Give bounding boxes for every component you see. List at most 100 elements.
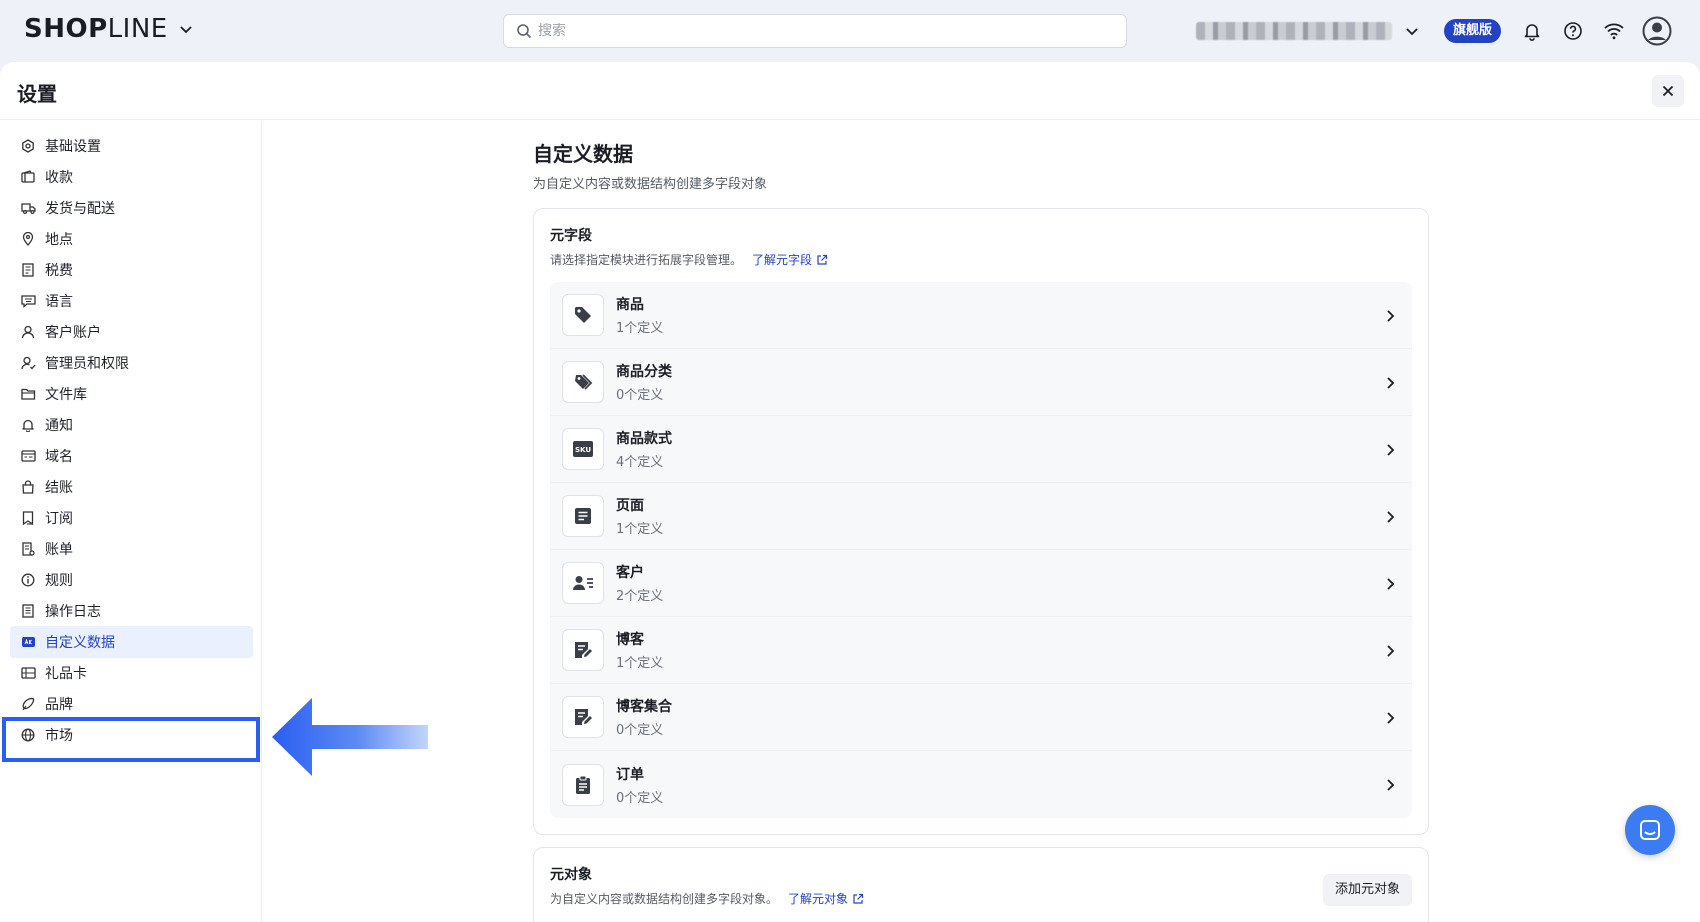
sidebar-item-gift-cards[interactable]: 礼品卡	[20, 658, 250, 688]
row-label: 页面	[616, 498, 644, 514]
page-icon	[562, 495, 604, 537]
learn-metafields-link[interactable]: 了解元字段	[752, 251, 828, 268]
row-label: 博客	[616, 632, 644, 648]
sidebar-item-label: 地点	[45, 232, 73, 248]
chevron-right-icon	[1387, 444, 1395, 456]
sidebar-item-basic-settings[interactable]: 基础设置	[20, 131, 250, 161]
list-item-order[interactable]: 订单 0个定义	[550, 751, 1412, 818]
metafields-title: 元字段	[550, 228, 592, 244]
sidebar-item-brand[interactable]: 品牌	[20, 689, 250, 719]
row-count: 2个定义	[616, 589, 664, 604]
chevron-right-icon	[1387, 578, 1395, 590]
language-icon	[20, 293, 36, 309]
list-item-blog-collection[interactable]: 博客集合 0个定义	[550, 684, 1412, 751]
sidebar-item-checkout[interactable]: 结账	[20, 472, 250, 502]
sidebar-item-admins-permissions[interactable]: 管理员和权限	[20, 348, 250, 378]
row-count: 0个定义	[616, 388, 664, 403]
list-item-page[interactable]: 页面 1个定义	[550, 483, 1412, 550]
row-label: 商品款式	[616, 431, 672, 447]
list-item-customer[interactable]: 客户 2个定义	[550, 550, 1412, 617]
list-item-product-variant[interactable]: SKU 商品款式 4个定义	[550, 416, 1412, 483]
sidebar-item-billing[interactable]: 账单	[20, 534, 250, 564]
chevron-right-icon	[1387, 511, 1395, 523]
clipboard-icon	[562, 763, 604, 806]
row-count: 1个定义	[616, 522, 664, 537]
chevron-right-icon	[1387, 779, 1395, 791]
close-button[interactable]	[1652, 75, 1684, 107]
search-icon	[517, 24, 532, 39]
search-bar[interactable]	[503, 14, 1127, 48]
sidebar-item-label: 礼品卡	[45, 666, 87, 682]
sidebar-item-payments[interactable]: 收款	[20, 162, 250, 192]
logo-text: SHOPLINE	[24, 14, 168, 44]
metafields-description-text: 请选择指定模块进行拓展字段管理。	[550, 253, 743, 267]
sidebar-item-label: 通知	[45, 418, 73, 434]
chevron-down-icon[interactable]	[178, 21, 194, 37]
tag-icon	[562, 294, 604, 336]
info-icon	[20, 572, 36, 588]
sidebar-item-activity-log[interactable]: 操作日志	[20, 596, 250, 626]
blog-edit-icon	[562, 629, 604, 671]
sidebar-item-domains[interactable]: 域名	[20, 441, 250, 471]
add-metaobject-button[interactable]: 添加元对象	[1322, 874, 1412, 906]
sidebar-item-label: 文件库	[45, 387, 87, 403]
location-pin-icon	[20, 231, 36, 247]
sidebar-item-label: 语言	[45, 294, 73, 310]
chevron-down-icon[interactable]	[1404, 23, 1420, 39]
row-count: 4个定义	[616, 455, 664, 470]
wifi-icon[interactable]	[1602, 19, 1626, 43]
row-count: 1个定义	[616, 656, 664, 671]
sidebar-item-label: 规则	[45, 573, 73, 589]
tags-icon	[562, 361, 604, 403]
row-label: 订单	[616, 766, 644, 783]
sidebar-item-locations[interactable]: 地点	[20, 224, 250, 254]
page-description: 为自定义内容或数据结构创建多字段对象	[533, 177, 768, 192]
main-content: 自定义数据 为自定义内容或数据结构创建多字段对象 元字段 请选择指定模块进行拓展…	[533, 121, 1429, 922]
sidebar-item-label: 操作日志	[45, 604, 101, 620]
shopline-logo[interactable]: SHOPLINE	[24, 14, 194, 44]
avatar-icon[interactable]	[1642, 16, 1672, 46]
sidebar-item-label: 管理员和权限	[45, 356, 129, 372]
close-icon	[1662, 85, 1674, 97]
sidebar-item-customer-accounts[interactable]: 客户账户	[20, 317, 250, 347]
row-label: 商品分类	[616, 364, 672, 380]
page-title: 设置	[17, 82, 57, 106]
user-permissions-icon	[20, 355, 36, 371]
blog-collection-icon	[562, 696, 604, 738]
bell-icon[interactable]	[1520, 19, 1544, 43]
sidebar-item-notifications[interactable]: 通知	[20, 410, 250, 440]
sidebar-item-files[interactable]: 文件库	[20, 379, 250, 409]
list-item-product[interactable]: 商品 1个定义	[550, 282, 1412, 349]
chevron-right-icon	[1387, 645, 1395, 657]
link-label: 了解元对象	[788, 892, 849, 906]
sidebar-item-shipping[interactable]: 发货与配送	[20, 193, 250, 223]
sidebar-item-label: 客户账户	[45, 325, 101, 341]
row-label: 博客集合	[616, 699, 672, 715]
pointer-arrow	[272, 698, 428, 776]
sidebar-item-rules[interactable]: 规则	[20, 565, 250, 595]
list-item-product-category[interactable]: 商品分类 0个定义	[550, 349, 1412, 416]
sidebar-item-label: 发货与配送	[45, 201, 115, 217]
sidebar-item-label: 结账	[45, 480, 73, 496]
chat-icon	[1640, 820, 1660, 840]
gift-card-icon	[20, 665, 36, 681]
sidebar-item-custom-data[interactable]: 自定义数据	[10, 626, 253, 658]
row-label: 商品	[616, 297, 644, 313]
search-input[interactable]	[538, 23, 1098, 39]
page-heading: 自定义数据	[533, 142, 633, 166]
store-name-blurred[interactable]	[1196, 22, 1392, 40]
sidebar-item-label: 税费	[45, 263, 73, 279]
chat-support-button[interactable]	[1625, 805, 1675, 855]
learn-metaobjects-link[interactable]: 了解元对象	[788, 890, 864, 907]
list-item-blog[interactable]: 博客 1个定义	[550, 617, 1412, 684]
receipt-icon	[20, 262, 36, 278]
wallet-icon	[20, 169, 36, 185]
bag-icon	[20, 479, 36, 495]
sidebar-item-label: 基础设置	[45, 139, 101, 155]
sidebar-item-language[interactable]: 语言	[20, 286, 250, 316]
sidebar-item-subscriptions[interactable]: 订阅	[20, 503, 250, 533]
help-icon[interactable]	[1561, 19, 1585, 43]
metafields-list: 商品 1个定义 商品分类 0个定义 SKU 商品款式 4个定义 页面 1个定义	[550, 282, 1412, 818]
sidebar-item-taxes[interactable]: 税费	[20, 255, 250, 285]
bill-icon	[20, 541, 36, 557]
